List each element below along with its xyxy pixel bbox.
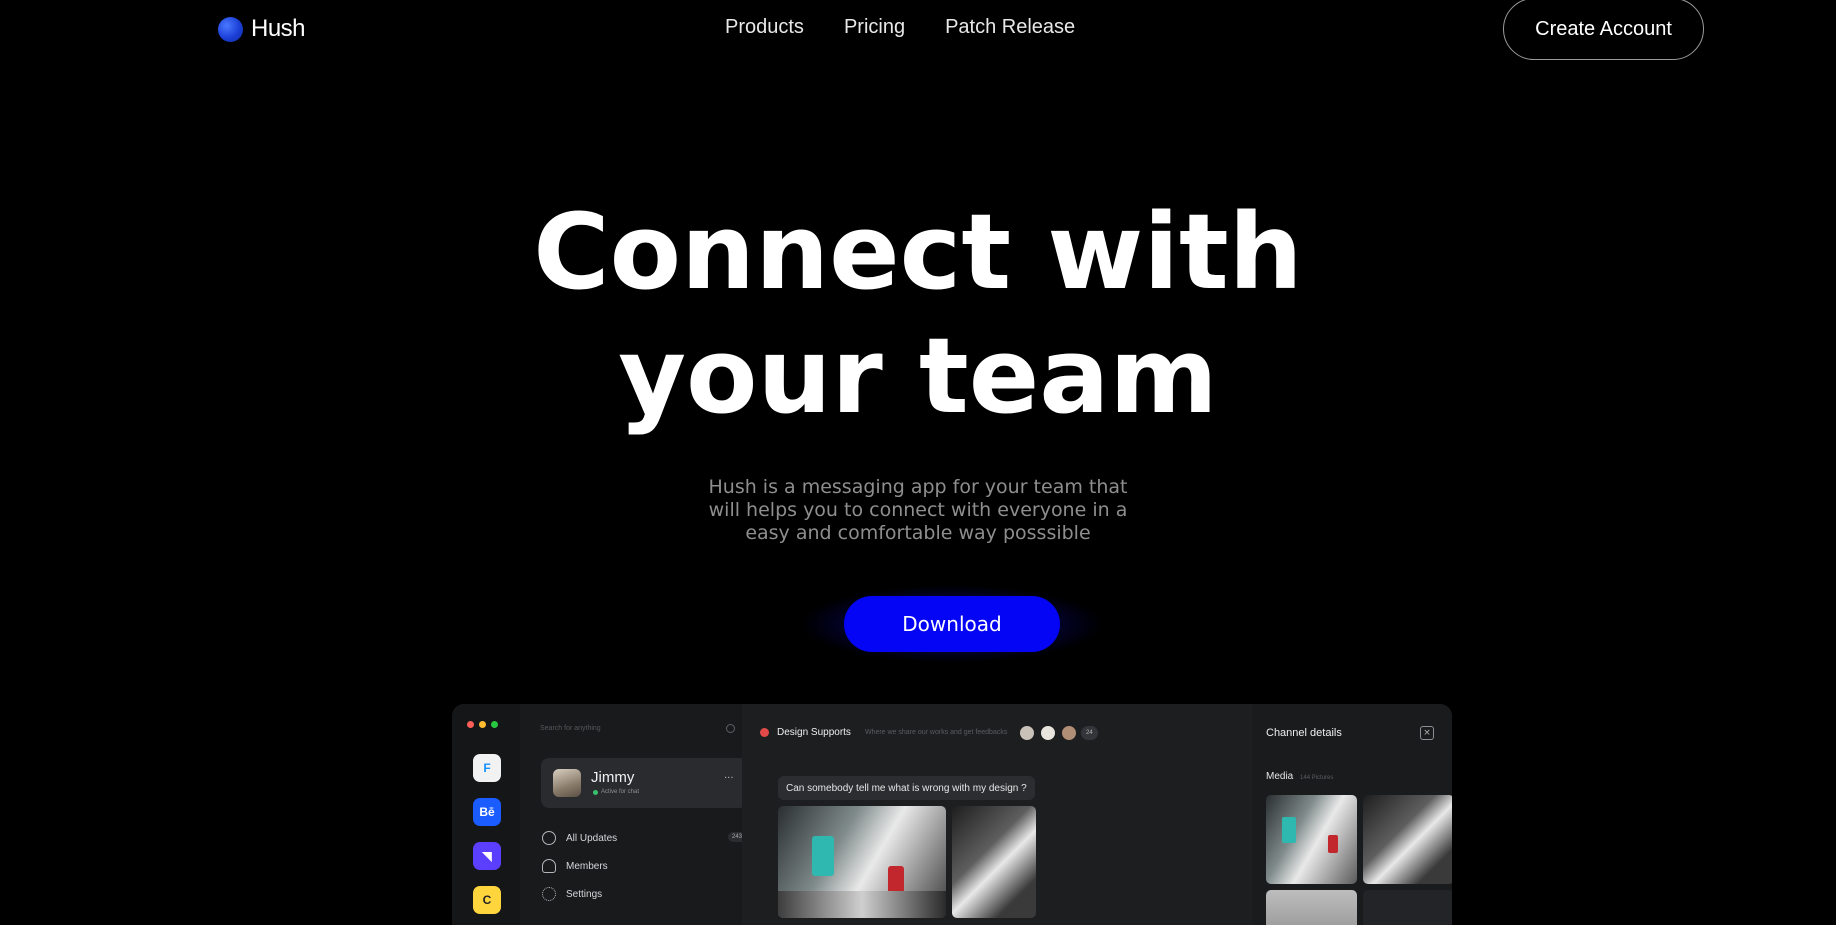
logo-dot-icon [218,16,243,42]
brand-logo[interactable]: Hush [218,15,306,43]
shape-base [778,891,946,918]
member-avatar [1060,724,1078,742]
user-card[interactable]: Jimmy Active for chat ··· [541,758,747,808]
message-image[interactable] [778,806,946,918]
menu-item-all-updates[interactable]: All Updates [542,831,617,845]
brand-name: Hush [251,15,306,42]
close-dot-icon [467,721,474,728]
hero-title-line-1: Connect with [533,191,1303,313]
shape-red [888,866,904,894]
channel-title[interactable]: Design Supports [777,727,851,738]
media-thumb[interactable] [1266,890,1357,925]
user-status-text: Active for chat [601,789,640,795]
shape-teal [1282,817,1296,843]
user-name: Jimmy [591,769,635,786]
media-label: Media [1266,771,1294,782]
avatar [553,769,581,797]
channel-icon [760,728,769,737]
download-cta: Download [804,586,1100,662]
gear-icon [542,887,556,901]
menu-item-members[interactable]: Members [542,859,608,873]
nav-links: Products Pricing Patch Release [725,16,1075,39]
message-bubble: Can somebody tell me what is wrong with … [778,776,1035,800]
channel-header: Design Supports Where we share our works… [760,727,1007,738]
shape-red [1328,835,1338,853]
nav-link-patch-release[interactable]: Patch Release [945,16,1075,39]
window-controls [467,721,498,728]
menu-label: Members [566,860,608,872]
user-icon [542,859,556,873]
member-avatar [1039,724,1057,742]
media-thumb[interactable] [1363,795,1452,884]
nav-link-pricing[interactable]: Pricing [844,16,905,39]
shape-teal [812,836,834,876]
channel-description: Where we share our works and get feedbac… [864,729,1008,736]
hero-title: Connect with your team [0,190,1836,438]
more-icon[interactable]: ··· [724,773,734,784]
behance-icon[interactable]: Bē [473,798,501,826]
app-sidebar: Search for anything Jimmy Active for cha… [520,704,747,925]
hero-subtitle: Hush is a messaging app for your team th… [708,476,1128,544]
media-count: 144 Pictures [1300,775,1334,781]
member-count-badge: 24 [1081,726,1098,740]
app-preview: F Bē ◥ C Search for anything Jimmy Activ… [452,704,1452,925]
maximize-dot-icon [491,721,498,728]
clock-icon [542,831,556,845]
user-status: Active for chat [593,789,639,795]
media-thumb[interactable] [1363,890,1452,925]
create-account-button[interactable]: Create Account [1503,0,1704,60]
channel-details-panel: Channel details × Media 144 Pictures [1252,704,1452,925]
nav-link-products[interactable]: Products [725,16,804,39]
close-icon[interactable]: × [1420,726,1434,740]
mailchimp-icon[interactable]: C [473,886,501,914]
top-nav: Hush Products Pricing Patch Release Crea… [0,0,1836,60]
chat-panel: Design Supports Where we share our works… [742,704,1252,925]
linear-icon[interactable]: ◥ [473,842,501,870]
message-image[interactable] [952,806,1036,918]
details-title: Channel details [1266,727,1342,739]
menu-item-settings[interactable]: Settings [542,887,602,901]
framer-icon[interactable]: F [473,754,501,782]
online-dot-icon [593,789,598,795]
menu-label: Settings [566,888,603,900]
search-input[interactable]: Search for anything [540,725,730,739]
hero-title-line-2: your team [618,315,1218,437]
minimize-dot-icon [479,721,486,728]
search-icon[interactable] [726,724,735,733]
download-button[interactable]: Download [844,596,1060,652]
media-thumb[interactable] [1266,795,1357,884]
channel-members[interactable]: 24 [1018,724,1098,742]
app-rail: F Bē ◥ C [452,704,520,925]
menu-label: All Updates [566,832,618,844]
member-avatar [1018,724,1036,742]
media-section: Media 144 Pictures [1266,771,1333,782]
